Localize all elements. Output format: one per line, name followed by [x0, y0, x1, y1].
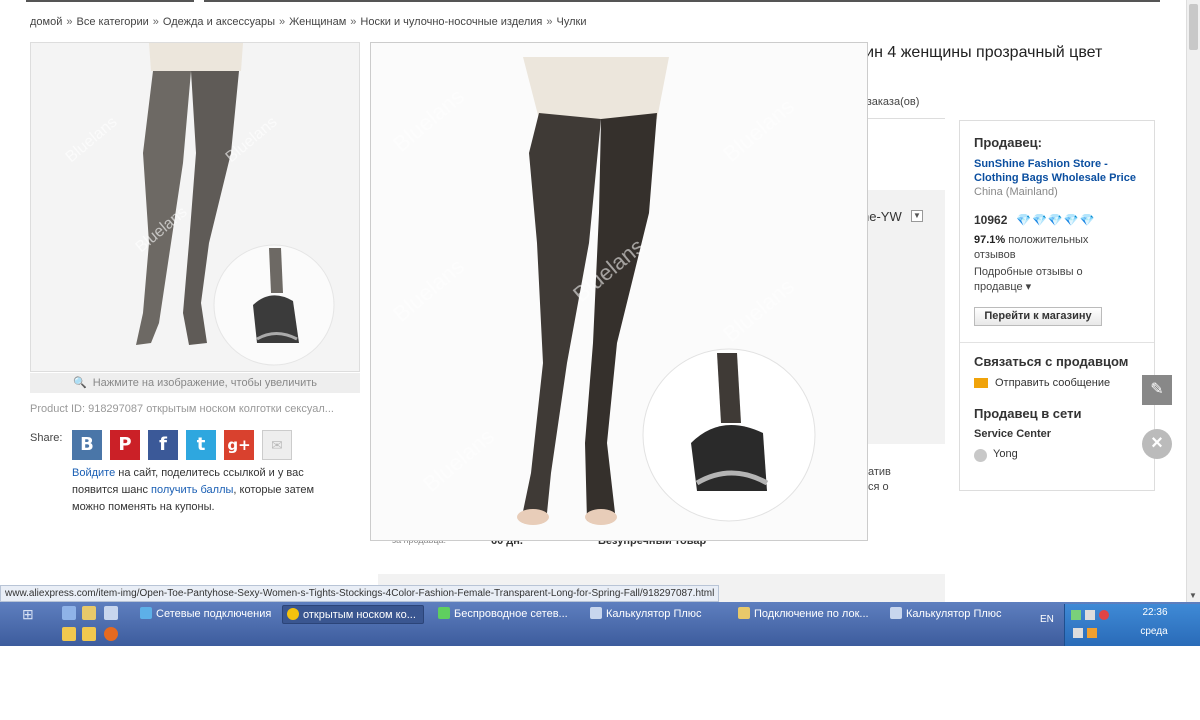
agent-name[interactable]: Yong	[993, 448, 1018, 460]
detailed-feedback-link[interactable]: Подробные отзывы о продавце ▾	[974, 265, 1124, 295]
seller-score: 10962	[974, 213, 1008, 227]
login-link[interactable]: Войдите	[72, 467, 115, 479]
breadcrumb-all-categories[interactable]: Все категории	[77, 16, 149, 28]
offline-status-icon	[974, 449, 987, 462]
status-bar-url: www.aliexpress.com/item-img/Open-Toe-Pan…	[0, 585, 720, 602]
quicklaunch-doc-icon[interactable]	[62, 606, 76, 620]
folder-icon[interactable]	[62, 627, 76, 641]
google-plus-icon[interactable]: g+	[224, 430, 254, 460]
taskbar-item-calculator[interactable]: Калькулятор Плюс	[586, 605, 726, 624]
taskbar-item-wireless[interactable]: Беспроводное сетев...	[434, 605, 574, 624]
online-heading: Продавец в сети	[974, 406, 1082, 421]
breadcrumb-stockings[interactable]: Чулки	[557, 16, 587, 28]
taskbar-item-calculator-2[interactable]: Калькулятор Плюс	[886, 605, 1026, 624]
quicklaunch-tool-icon[interactable]	[82, 606, 96, 620]
taskbar-item-chrome[interactable]: открытым носком ко...	[282, 605, 424, 624]
folder-icon[interactable]	[82, 627, 96, 641]
vk-icon[interactable]: B	[72, 430, 102, 460]
go-to-store-button[interactable]: Перейти к магазину	[974, 307, 1102, 326]
facebook-icon[interactable]: f	[148, 430, 178, 460]
quicklaunch-app-icon[interactable]	[104, 606, 118, 620]
positive-feedback: 97.1% положительных отзывов	[974, 234, 1089, 261]
calculator-icon	[590, 607, 602, 619]
options-panel	[856, 190, 945, 444]
speaker-icon[interactable]	[1087, 628, 1097, 638]
taskbar-item-lan[interactable]: Подключение по лок...	[734, 605, 874, 624]
pinterest-icon[interactable]: P	[110, 430, 140, 460]
tray-icon[interactable]	[1085, 610, 1095, 620]
language-indicator[interactable]: EN	[1040, 614, 1054, 625]
send-message-link[interactable]: Отправить сообщение	[995, 377, 1110, 389]
start-icon[interactable]: ⊞	[22, 606, 34, 623]
service-center-label: Service Center	[974, 428, 1052, 440]
zoom-hint[interactable]: 🔍 Нажмите на изображение, чтобы увеличить	[30, 373, 360, 393]
diamond-rating-icon: 💎💎💎💎💎	[1016, 213, 1096, 227]
share-note: Войдите на сайт, поделитесь ссылкой и у …	[72, 467, 315, 513]
image-zoom-popup[interactable]: Bluelans Bluelans Bluelans Bluelans Blue…	[370, 42, 868, 541]
product-id: Product ID: 918297087 открытым носком ко…	[30, 403, 334, 415]
breadcrumb: домой» Все категории» Одежда и аксессуары»…	[30, 16, 587, 28]
store-link[interactable]: SunShine Fashion Store - Clothing Bags W…	[974, 157, 1152, 185]
twitter-icon[interactable]: t	[186, 430, 216, 460]
product-title: щин 4 женщины прозрачный цвет	[852, 44, 1103, 61]
orders-count: ) заказа(ов)	[860, 96, 920, 108]
scrollbar-thumb[interactable]	[1189, 4, 1198, 50]
seller-heading: Продавец:	[974, 135, 1042, 150]
share-icons: B P f t g+ ✉	[72, 430, 292, 460]
system-tray	[1064, 604, 1200, 646]
wireless-icon	[438, 607, 450, 619]
get-points-link[interactable]: получить баллы	[151, 484, 233, 496]
vertical-scrollbar[interactable]: ▼	[1186, 0, 1200, 602]
taskbar: ⊞ Сетевые подключения открытым носком ко…	[0, 602, 1200, 646]
share-label: Share:	[30, 432, 63, 444]
search-icon: 🔍	[72, 377, 87, 389]
contact-heading: Связаться с продавцом	[974, 354, 1129, 369]
clock-time[interactable]: 22:36	[1140, 607, 1170, 618]
network-icon	[140, 607, 152, 619]
product-photo: Bluelans Bluelans Bluelans	[31, 43, 359, 371]
chevron-down-icon[interactable]: ▼	[911, 210, 923, 222]
product-main-image[interactable]: Bluelans Bluelans Bluelans	[30, 42, 360, 372]
network-tray-icon[interactable]	[1071, 610, 1081, 620]
scroll-down-icon[interactable]: ▼	[1189, 591, 1197, 600]
chrome-icon	[287, 608, 299, 620]
breadcrumb-home[interactable]: домой	[30, 16, 62, 28]
tray-icon[interactable]	[1073, 628, 1083, 638]
seller-panel: Продавец: SunShine Fashion Store - Cloth…	[959, 120, 1155, 491]
browser-page: домой» Все категории» Одежда и аксессуары»…	[0, 0, 1200, 602]
email-icon[interactable]: ✉	[262, 430, 292, 460]
lan-icon	[738, 607, 750, 619]
calculator-icon	[890, 607, 902, 619]
close-icon[interactable]: ×	[1142, 429, 1172, 459]
seller-location: China (Mainland)	[974, 186, 1058, 198]
firefox-icon[interactable]	[104, 627, 118, 641]
breadcrumb-clothing[interactable]: Одежда и аксессуары	[163, 16, 275, 28]
product-photo-zoomed: Bluelans Bluelans Bluelans Bluelans Blue…	[371, 43, 867, 540]
envelope-icon	[974, 378, 988, 388]
breadcrumb-women[interactable]: Женщинам	[289, 16, 346, 28]
breadcrumb-socks[interactable]: Носки и чулочно-носочные изделия	[360, 16, 542, 28]
tray-icon[interactable]	[1099, 610, 1109, 620]
taskbar-item-network[interactable]: Сетевые подключения	[136, 605, 276, 624]
pencil-icon[interactable]: ✎	[1142, 375, 1172, 405]
clock-day: среда	[1140, 626, 1168, 637]
